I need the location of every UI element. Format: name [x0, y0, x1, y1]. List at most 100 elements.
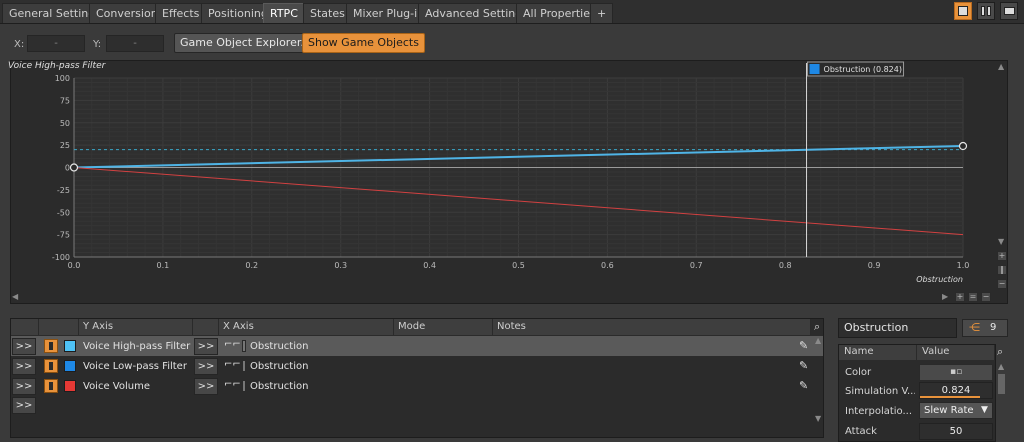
- x-axis-expand-button[interactable]: >>: [194, 358, 218, 375]
- pin-icon[interactable]: [44, 379, 58, 393]
- game-object-explorer-button[interactable]: Game Object Explorer...: [174, 33, 317, 53]
- rtpc-graph-panel[interactable]: 100 75 50 25 0 -25 -50 -75 -100 0.0 0.1 0.2 0.3 0.4 0.…: [10, 60, 1008, 304]
- y-tick-label: 25: [60, 141, 70, 150]
- list-vertical-scrollbar[interactable]: ▲ ▼: [815, 336, 823, 436]
- y-tick-label: 0: [65, 164, 70, 173]
- x-tick-label: 0.8: [779, 261, 792, 270]
- col-y-axis-header[interactable]: Y Axis: [79, 319, 193, 335]
- col-notes-header[interactable]: Notes: [493, 319, 811, 335]
- fit-vertical-icon[interactable]: ‖: [997, 265, 1007, 275]
- graph-horizontal-scrollbar[interactable]: ◀ ▶ + = −: [12, 292, 992, 302]
- x-tick-label: 0.9: [868, 261, 881, 270]
- tab-rtpc[interactable]: RTPC: [263, 3, 305, 23]
- prop-value-header[interactable]: Value: [917, 345, 995, 360]
- pin-icon[interactable]: [44, 339, 58, 353]
- edit-pencil-icon[interactable]: ✎: [799, 379, 808, 392]
- x-axis-expand-button[interactable]: >>: [194, 378, 218, 395]
- curve-control-point: [958, 141, 968, 151]
- col-mode-header[interactable]: Mode: [394, 319, 493, 335]
- y-tick-label: 50: [60, 119, 70, 128]
- scroll-up-icon[interactable]: ▲: [998, 62, 1004, 71]
- edit-pencil-icon[interactable]: ✎: [799, 339, 808, 352]
- rtpc-name-field[interactable]: Obstruction: [838, 318, 957, 338]
- wide-layout-button[interactable]: [1000, 2, 1018, 20]
- x-axis-bar-icon: [242, 340, 246, 352]
- col-pin-header: [39, 319, 79, 335]
- split-layout-button[interactable]: [977, 2, 995, 20]
- tab-effects[interactable]: Effects: [155, 3, 207, 23]
- row-y-axis-label: Voice High-pass Filter: [83, 341, 191, 352]
- zoom-in-horizontal-icon[interactable]: +: [955, 292, 965, 302]
- y-coordinate-field[interactable]: -: [106, 35, 164, 52]
- col-expander2-header: [193, 319, 219, 335]
- color-picker-button[interactable]: ▪▫: [919, 364, 993, 381]
- x-tick-label: 0.2: [245, 261, 258, 270]
- interpolation-select[interactable]: Slew Rate ▼: [919, 402, 993, 419]
- zoom-in-vertical-icon[interactable]: +: [997, 251, 1007, 261]
- fit-horizontal-icon[interactable]: =: [968, 292, 978, 302]
- row-color-swatch: [64, 340, 76, 352]
- references-button[interactable]: ⋲ 9: [962, 319, 1008, 337]
- chevron-down-icon: ▼: [981, 405, 988, 415]
- pin-icon[interactable]: [44, 359, 58, 373]
- list-scroll-down-icon[interactable]: ▼: [815, 414, 821, 423]
- y-axis-expand-button[interactable]: >>: [12, 358, 36, 375]
- row-color-swatch: [64, 380, 76, 392]
- prop-scroll-thumb[interactable]: [998, 374, 1005, 394]
- simulation-value-slider[interactable]: 0.824: [919, 382, 993, 399]
- x-tick-label: 1.0: [957, 261, 970, 270]
- y-axis-expand-button[interactable]: >>: [12, 378, 36, 395]
- x-axis-bar-icon: [242, 380, 246, 392]
- curve-type-icon: ⌐⌐: [224, 359, 241, 370]
- x-tick-label: 0.7: [690, 261, 703, 270]
- x-axis-bar-icon: [242, 360, 246, 372]
- prop-name-header[interactable]: Name: [839, 345, 917, 360]
- tab-bar: General Settings Conversion Effects Posi…: [0, 0, 1024, 24]
- x-tick-label: 0.3: [334, 261, 347, 270]
- scroll-down-icon[interactable]: ▼: [998, 237, 1004, 246]
- tab-add[interactable]: +: [590, 3, 614, 23]
- interpolation-value: Slew Rate: [924, 405, 974, 416]
- x-coordinate-field[interactable]: -: [27, 35, 85, 52]
- list-search-icon[interactable]: ⌕: [814, 320, 820, 334]
- row-x-axis-label: Obstruction: [250, 381, 309, 392]
- row-y-axis-label: Voice Low-pass Filter: [83, 361, 187, 372]
- curve-control-point: [69, 163, 79, 172]
- y-axis-expand-button[interactable]: >>: [12, 338, 36, 355]
- x-label: X:: [14, 39, 25, 50]
- zoom-out-vertical-icon[interactable]: −: [997, 279, 1007, 289]
- row-color-swatch: [64, 360, 76, 372]
- cursor-label: Obstruction (0.824): [824, 65, 902, 74]
- cursor-color-swatch: [809, 64, 820, 74]
- graph-vertical-scrollbar[interactable]: ▲ ▼ + ‖ −: [997, 62, 1007, 290]
- single-layout-button[interactable]: [954, 2, 972, 20]
- y-tick-label: 100: [55, 74, 70, 83]
- row-y-axis-label: Voice Volume: [83, 381, 150, 392]
- list-scroll-up-icon[interactable]: ▲: [815, 336, 821, 345]
- x-tick-label: 0.1: [157, 261, 170, 270]
- x-axis-expand-button[interactable]: >>: [194, 338, 218, 355]
- x-tick-label: 0.4: [423, 261, 436, 270]
- scroll-left-icon[interactable]: ◀: [12, 292, 18, 301]
- col-expander-header: [11, 319, 39, 335]
- y-tick-label: 75: [60, 96, 70, 105]
- single-pane-icon: [958, 6, 968, 16]
- x-tick-label: 0.0: [68, 261, 81, 270]
- prop-vertical-scrollbar[interactable]: ▲: [997, 362, 1007, 438]
- graph-title: Voice High-pass Filter: [8, 61, 106, 71]
- prop-scroll-up-icon[interactable]: ▲: [998, 362, 1004, 371]
- col-x-axis-header[interactable]: X Axis: [219, 319, 394, 335]
- edit-pencil-icon[interactable]: ✎: [799, 359, 808, 372]
- zoom-out-horizontal-icon[interactable]: −: [981, 292, 991, 302]
- x-axis-name: Obstruction: [916, 275, 963, 284]
- rtpc-graph[interactable]: 1007550250-25-50-75-1000.0 0.1 0.2 0.3 0.4 0.…: [11, 61, 1009, 305]
- prop-search-icon[interactable]: ⌕: [997, 345, 1003, 359]
- tab-conversion[interactable]: Conversion: [89, 3, 165, 23]
- x-tick-label: 0.5: [512, 261, 525, 270]
- add-rtpc-expand-button[interactable]: >>: [12, 397, 36, 414]
- tab-states[interactable]: States: [303, 3, 352, 23]
- attack-value-field[interactable]: 50: [919, 423, 993, 440]
- show-game-objects-button[interactable]: Show Game Objects: [302, 33, 425, 53]
- wide-pane-icon: [1004, 7, 1015, 15]
- scroll-right-icon[interactable]: ▶: [942, 292, 948, 301]
